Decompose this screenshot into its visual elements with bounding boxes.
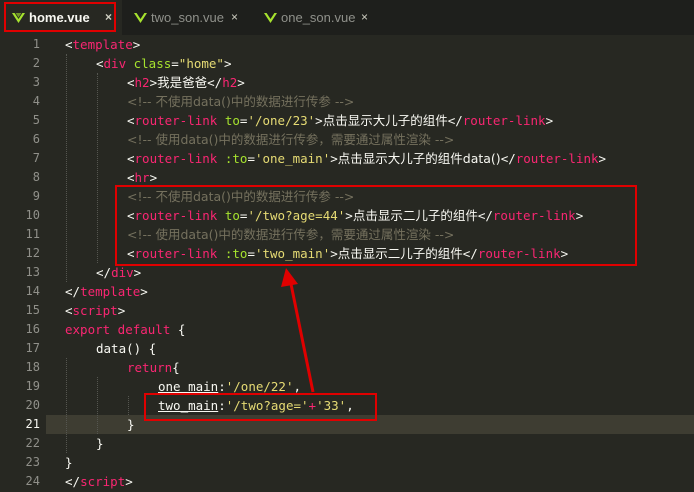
annotation-arrow [281, 268, 315, 393]
arrow-head [281, 268, 298, 287]
arrow-shaft [289, 283, 315, 393]
